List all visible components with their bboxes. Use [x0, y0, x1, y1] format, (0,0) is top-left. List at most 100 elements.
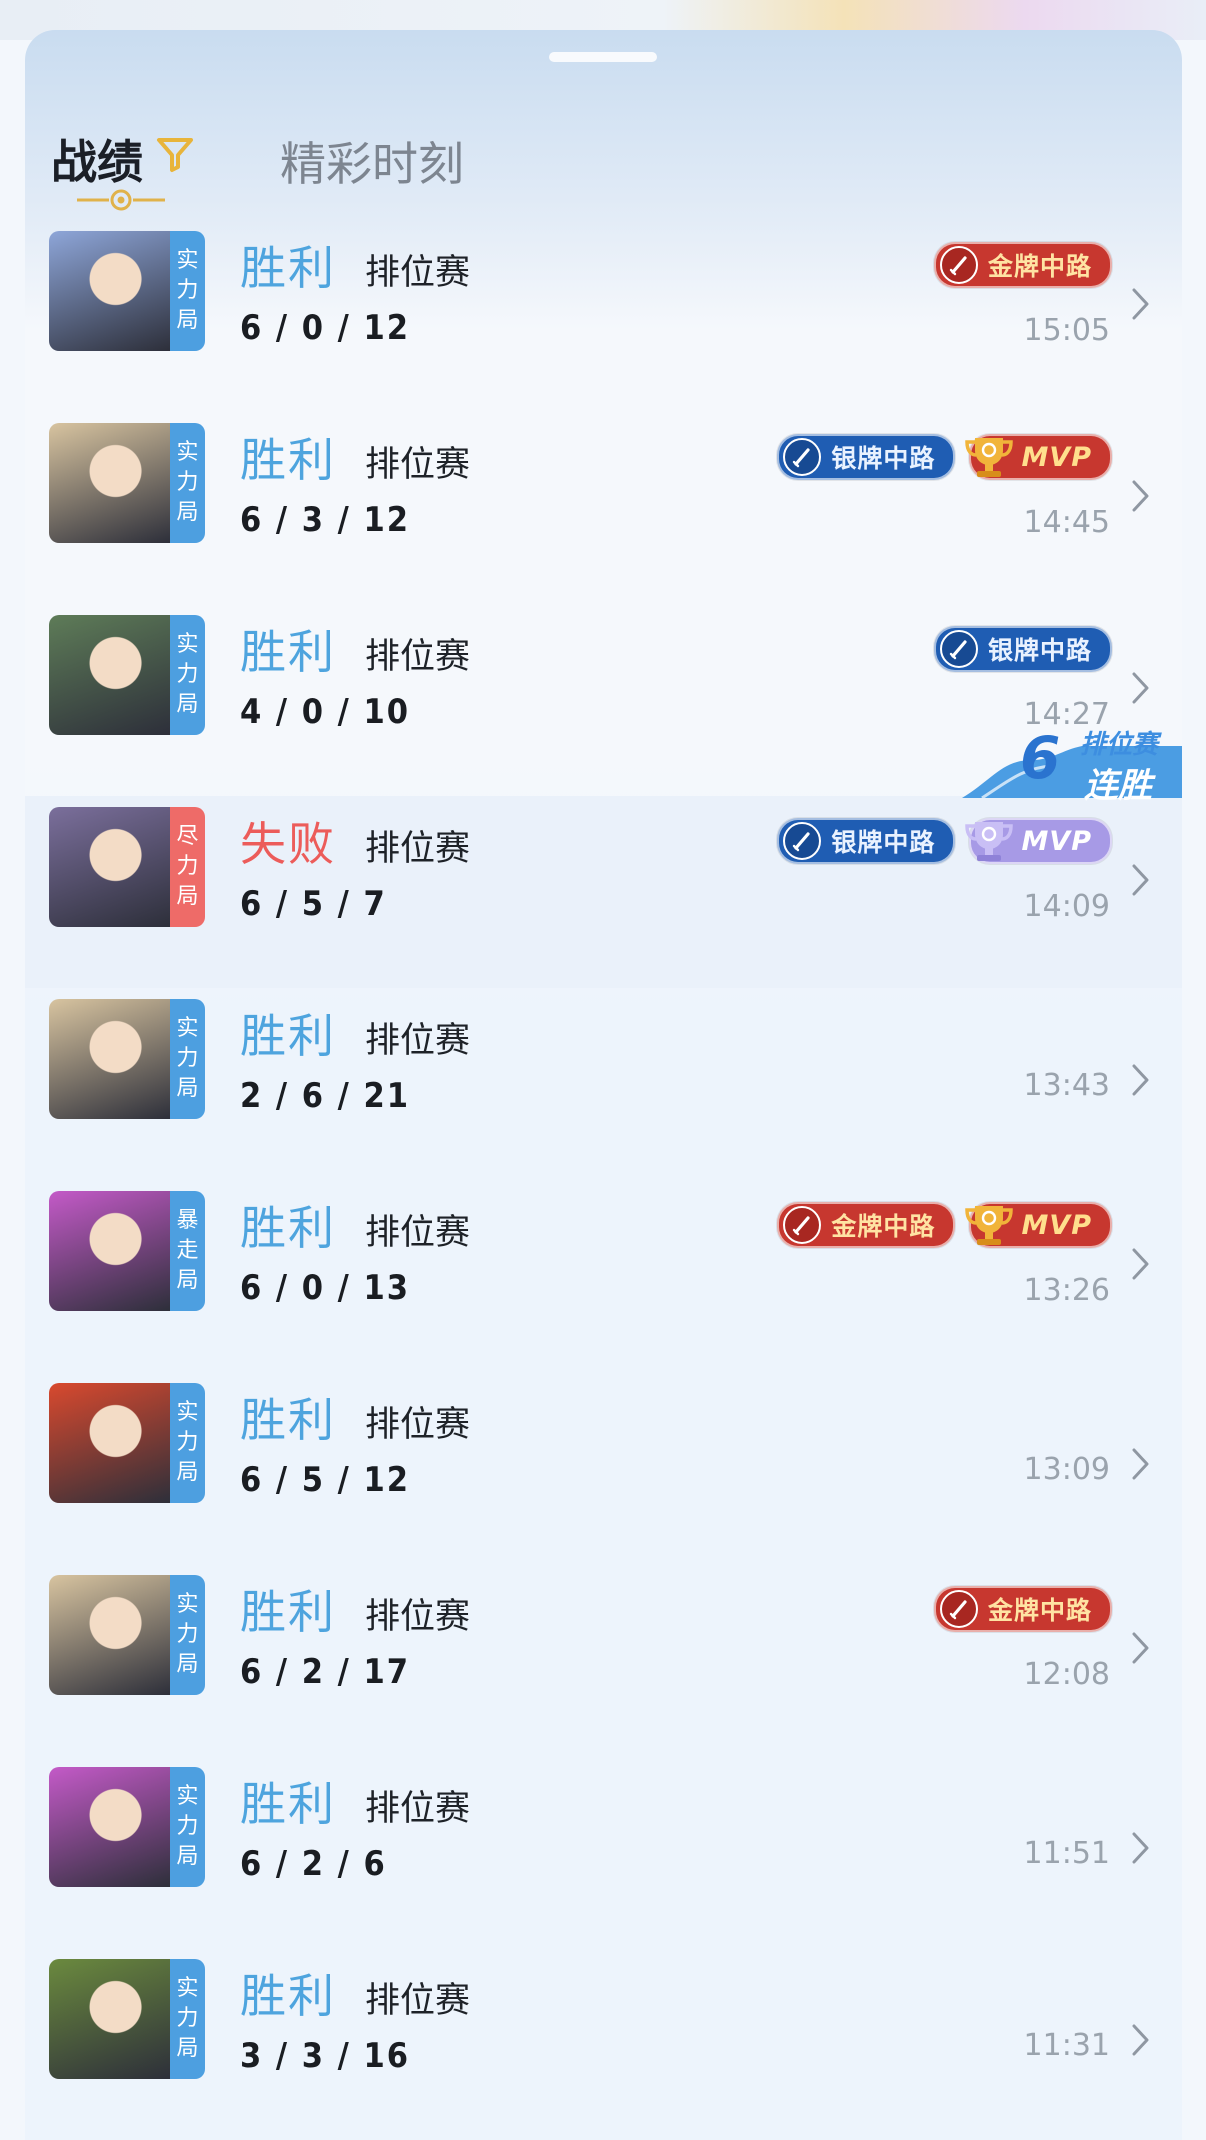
mode-char: 力: [176, 470, 199, 495]
match-result: 胜利: [240, 1969, 336, 2023]
match-mode-tag: 实力局: [170, 231, 205, 351]
gold-mid-lane-badge: 金牌中路: [933, 242, 1112, 288]
match-time: 13:09: [1023, 1452, 1110, 1487]
match-type: 排位赛: [365, 253, 471, 293]
match-row[interactable]: 实力局胜利 排位赛 6 / 5 / 12 13:09: [25, 1372, 1182, 1564]
match-type: 排位赛: [365, 1981, 471, 2021]
match-row[interactable]: 实力局胜利 排位赛 6 / 2 / 17 金牌中路 12:08: [25, 1564, 1182, 1756]
match-list: 实力局胜利 排位赛 6 / 0 / 12 金牌中路 15:05 实力局胜利 排位赛 6 / 3…: [25, 220, 1182, 2140]
drag-handle[interactable]: [549, 52, 657, 62]
mode-char: 力: [176, 854, 199, 879]
mode-char: 力: [176, 278, 199, 303]
hero-avatar: 暴走局: [49, 1191, 205, 1311]
match-mode-tag: 尽力局: [170, 807, 205, 927]
badge-label: 银牌中路: [831, 444, 936, 473]
mode-char: 尽: [176, 824, 199, 849]
match-time: 13:43: [1023, 1068, 1110, 1103]
match-type: 排位赛: [365, 445, 471, 485]
match-result: 胜利: [240, 1201, 336, 1255]
mode-char: 实: [176, 248, 199, 273]
tab-record[interactable]: 战绩: [51, 126, 143, 192]
match-mode-tag: 实力局: [170, 1959, 205, 2079]
match-row[interactable]: 暴走局胜利 排位赛 6 / 0 / 13 金牌中路 MVP 13:26: [25, 1180, 1182, 1372]
chevron-right-icon[interactable]: [1130, 1630, 1152, 1666]
mode-char: 局: [176, 884, 199, 909]
badge-label: MVP: [1021, 441, 1092, 473]
badge-label: 银牌中路: [831, 828, 936, 857]
badge-group: 银牌中路 MVP: [777, 818, 1112, 864]
filter-icon[interactable]: [155, 134, 195, 174]
hero-portrait: [49, 1959, 170, 2079]
mode-char: 力: [176, 1430, 199, 1455]
hero-avatar: 实力局: [49, 1767, 205, 1887]
chevron-right-icon[interactable]: [1130, 1062, 1152, 1098]
match-result: 胜利: [240, 1777, 336, 1831]
match-result: 胜利: [240, 1009, 336, 1063]
sword-icon: [939, 630, 978, 668]
badge-group: 银牌中路 MVP: [777, 434, 1112, 480]
kda-score: 4 / 0 / 10: [240, 692, 411, 732]
match-time: 13:26: [1023, 1273, 1110, 1308]
hero-avatar: 实力局: [49, 1959, 205, 2079]
match-type: 排位赛: [365, 829, 471, 869]
match-row[interactable]: 实力局胜利 排位赛 3 / 3 / 16 11:31: [25, 1948, 1182, 2140]
mode-char: 力: [176, 662, 199, 687]
chevron-right-icon[interactable]: [1130, 478, 1152, 514]
mode-char: 走: [176, 1238, 199, 1263]
kda-score: 6 / 2 / 6: [240, 1844, 387, 1884]
sword-icon: [783, 822, 822, 860]
match-mode-tag: 暴走局: [170, 1191, 205, 1311]
hero-avatar: 实力局: [49, 423, 205, 543]
badge-label: 金牌中路: [831, 1212, 936, 1241]
match-mode-tag: 实力局: [170, 423, 205, 543]
match-row[interactable]: 实力局胜利 排位赛 6 / 2 / 6 11:51: [25, 1756, 1182, 1948]
chevron-right-icon[interactable]: [1130, 1830, 1152, 1866]
mode-char: 局: [176, 1652, 199, 1677]
match-time: 14:45: [1023, 505, 1110, 540]
match-row[interactable]: 实力局胜利 排位赛 6 / 3 / 12 银牌中路 MVP 14:45: [25, 412, 1182, 604]
streak-label-type: 排位赛: [1080, 730, 1159, 760]
mode-char: 局: [176, 308, 199, 333]
match-type: 排位赛: [365, 1021, 471, 1061]
match-row[interactable]: 尽力局失败 排位赛 6 / 5 / 7 银牌中路 MVP 14:09: [25, 796, 1182, 988]
mode-char: 局: [176, 692, 199, 717]
mode-char: 实: [176, 440, 199, 465]
badge-label: 金牌中路: [987, 1596, 1092, 1625]
chevron-right-icon[interactable]: [1130, 286, 1152, 322]
mode-char: 力: [176, 1622, 199, 1647]
mode-char: 实: [176, 1400, 199, 1425]
mode-char: 局: [176, 1460, 199, 1485]
gold-mid-lane-badge: 金牌中路: [933, 1586, 1112, 1632]
tab-bar: 战绩 精彩时刻: [25, 90, 1182, 211]
match-type: 排位赛: [365, 1213, 471, 1253]
badge-label: MVP: [1021, 825, 1092, 857]
tab-highlights[interactable]: 精彩时刻: [280, 128, 464, 194]
kda-score: 6 / 3 / 12: [240, 500, 411, 540]
hero-portrait: [49, 807, 170, 927]
sword-icon: [939, 1590, 978, 1628]
chevron-right-icon[interactable]: [1130, 1446, 1152, 1482]
kda-score: 6 / 5 / 12: [240, 1460, 411, 1500]
badge-group: 金牌中路 MVP: [777, 1202, 1112, 1248]
hero-portrait: [49, 999, 170, 1119]
chevron-right-icon[interactable]: [1130, 670, 1152, 706]
hero-portrait: [49, 1575, 170, 1695]
match-mode-tag: 实力局: [170, 1575, 205, 1695]
hero-portrait: [49, 1191, 170, 1311]
chevron-right-icon[interactable]: [1130, 862, 1152, 898]
match-row[interactable]: 实力局胜利 排位赛 2 / 6 / 21 13:43: [25, 988, 1182, 1180]
chevron-right-icon[interactable]: [1130, 2022, 1152, 2058]
match-row[interactable]: 实力局胜利 排位赛 6 / 0 / 12 金牌中路 15:05: [25, 220, 1182, 412]
hero-avatar: 实力局: [49, 1575, 205, 1695]
silver-mid-lane-badge: 银牌中路: [777, 818, 956, 864]
sword-icon: [783, 438, 822, 476]
match-mode-tag: 实力局: [170, 1383, 205, 1503]
hero-portrait: [49, 1383, 170, 1503]
tab-active-indicator: [77, 189, 165, 211]
mode-char: 局: [176, 1844, 199, 1869]
silver-mid-lane-badge: 银牌中路: [933, 626, 1112, 672]
mode-char: 实: [176, 1784, 199, 1809]
mode-char: 局: [176, 2036, 199, 2061]
chevron-right-icon[interactable]: [1130, 1246, 1152, 1282]
kda-score: 6 / 2 / 17: [240, 1652, 411, 1692]
